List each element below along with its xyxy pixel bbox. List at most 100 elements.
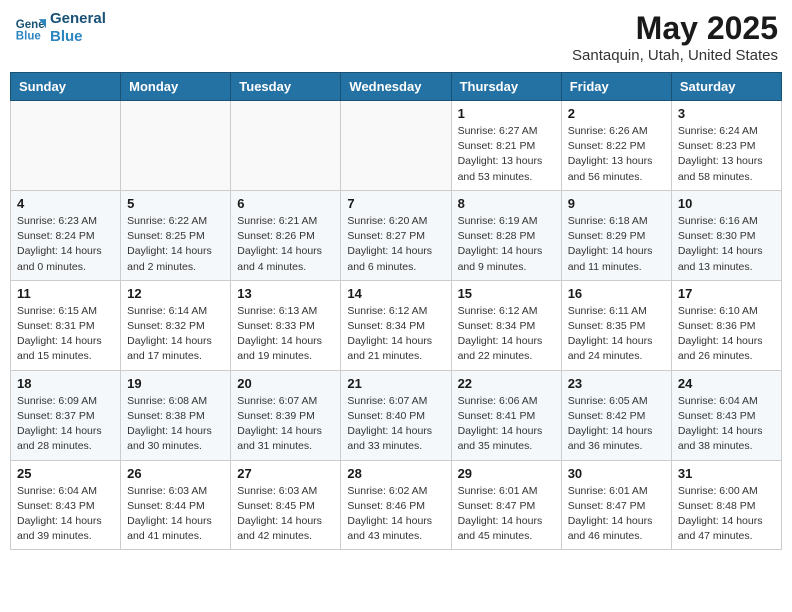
calendar-week-row: 1 Sunrise: 6:27 AMSunset: 8:21 PMDaylight… [11,101,782,191]
day-number: 22 [458,376,555,391]
calendar-cell: 22 Sunrise: 6:06 AMSunset: 8:41 PMDayligh… [451,370,561,460]
page-title: May 2025 [572,10,778,47]
day-info: Sunrise: 6:04 AMSunset: 8:43 PMDaylight:… [17,484,114,545]
weekday-header-saturday: Saturday [671,73,781,101]
logo: General Blue General Blue [14,10,106,46]
day-info: Sunrise: 6:26 AMSunset: 8:22 PMDaylight:… [568,124,665,185]
day-info: Sunrise: 6:03 AMSunset: 8:45 PMDaylight:… [237,484,334,545]
day-info: Sunrise: 6:05 AMSunset: 8:42 PMDaylight:… [568,394,665,455]
day-number: 21 [347,376,444,391]
day-number: 8 [458,196,555,211]
weekday-header-sunday: Sunday [11,73,121,101]
calendar-cell: 4 Sunrise: 6:23 AMSunset: 8:24 PMDaylight… [11,190,121,280]
day-info: Sunrise: 6:12 AMSunset: 8:34 PMDaylight:… [347,304,444,365]
calendar-cell: 26 Sunrise: 6:03 AMSunset: 8:44 PMDayligh… [121,460,231,550]
calendar-cell: 24Sunrise: 6:04 AMSunset: 8:43 PMDayligh… [671,370,781,460]
svg-text:Blue: Blue [16,31,42,43]
page-header: General Blue General Blue May 2025 Santa… [10,10,782,64]
day-number: 19 [127,376,224,391]
calendar-cell: 10 Sunrise: 6:16 AMSunset: 8:30 PMDayligh… [671,190,781,280]
calendar-cell: 7 Sunrise: 6:20 AMSunset: 8:27 PMDaylight… [341,190,451,280]
day-number: 31 [678,466,775,481]
day-number: 20 [237,376,334,391]
calendar-cell: 12Sunrise: 6:14 AMSunset: 8:32 PMDayligh… [121,280,231,370]
title-block: May 2025 Santaquin, Utah, United States [572,10,778,64]
day-info: Sunrise: 6:27 AMSunset: 8:21 PMDaylight:… [458,124,555,185]
calendar-cell: 18 Sunrise: 6:09 AMSunset: 8:37 PMDayligh… [11,370,121,460]
day-number: 4 [17,196,114,211]
calendar-cell [341,101,451,191]
calendar-week-row: 18 Sunrise: 6:09 AMSunset: 8:37 PMDayligh… [11,370,782,460]
day-info: Sunrise: 6:01 AMSunset: 8:47 PMDaylight:… [458,484,555,545]
day-number: 17 [678,286,775,301]
calendar-cell [11,101,121,191]
day-number: 9 [568,196,665,211]
logo-text-line2: Blue [50,28,106,46]
calendar-week-row: 25 Sunrise: 6:04 AMSunset: 8:43 PMDayligh… [11,460,782,550]
calendar-cell: 3Sunrise: 6:24 AMSunset: 8:23 PMDaylight… [671,101,781,191]
day-info: Sunrise: 6:21 AMSunset: 8:26 PMDaylight:… [237,214,334,275]
day-number: 26 [127,466,224,481]
calendar-cell: 31 Sunrise: 6:00 AMSunset: 8:48 PMDayligh… [671,460,781,550]
logo-text-line1: General [50,10,106,28]
calendar-cell: 19 Sunrise: 6:08 AMSunset: 8:38 PMDayligh… [121,370,231,460]
day-info: Sunrise: 6:07 AMSunset: 8:39 PMDaylight:… [237,394,334,455]
logo-icon: General Blue [14,12,46,44]
day-number: 12 [127,286,224,301]
day-number: 25 [17,466,114,481]
day-info: Sunrise: 6:01 AMSunset: 8:47 PMDaylight:… [568,484,665,545]
calendar-cell: 17 Sunrise: 6:10 AMSunset: 8:36 PMDayligh… [671,280,781,370]
weekday-header-friday: Friday [561,73,671,101]
calendar-cell: 28Sunrise: 6:02 AMSunset: 8:46 PMDayligh… [341,460,451,550]
calendar-cell: 8Sunrise: 6:19 AMSunset: 8:28 PMDaylight… [451,190,561,280]
weekday-header-wednesday: Wednesday [341,73,451,101]
day-number: 18 [17,376,114,391]
day-info: Sunrise: 6:16 AMSunset: 8:30 PMDaylight:… [678,214,775,275]
day-info: Sunrise: 6:15 AMSunset: 8:31 PMDaylight:… [17,304,114,365]
day-number: 14 [347,286,444,301]
day-number: 13 [237,286,334,301]
day-info: Sunrise: 6:12 AMSunset: 8:34 PMDaylight:… [458,304,555,365]
page-subtitle: Santaquin, Utah, United States [572,47,778,64]
day-info: Sunrise: 6:09 AMSunset: 8:37 PMDaylight:… [17,394,114,455]
day-info: Sunrise: 6:03 AMSunset: 8:44 PMDaylight:… [127,484,224,545]
day-number: 23 [568,376,665,391]
calendar-header-row: SundayMondayTuesdayWednesdayThursdayFrid… [11,73,782,101]
day-info: Sunrise: 6:10 AMSunset: 8:36 PMDaylight:… [678,304,775,365]
day-number: 15 [458,286,555,301]
calendar-cell: 27Sunrise: 6:03 AMSunset: 8:45 PMDayligh… [231,460,341,550]
calendar-table: SundayMondayTuesdayWednesdayThursdayFrid… [10,72,782,550]
calendar-cell: 5Sunrise: 6:22 AMSunset: 8:25 PMDaylight… [121,190,231,280]
calendar-week-row: 11 Sunrise: 6:15 AMSunset: 8:31 PMDayligh… [11,280,782,370]
calendar-cell: 29Sunrise: 6:01 AMSunset: 8:47 PMDayligh… [451,460,561,550]
calendar-cell: 9 Sunrise: 6:18 AMSunset: 8:29 PMDaylight… [561,190,671,280]
calendar-cell: 14 Sunrise: 6:12 AMSunset: 8:34 PMDayligh… [341,280,451,370]
day-number: 7 [347,196,444,211]
day-number: 30 [568,466,665,481]
day-number: 24 [678,376,775,391]
calendar-cell: 6 Sunrise: 6:21 AMSunset: 8:26 PMDaylight… [231,190,341,280]
day-number: 11 [17,286,114,301]
calendar-cell: 16 Sunrise: 6:11 AMSunset: 8:35 PMDayligh… [561,280,671,370]
day-info: Sunrise: 6:18 AMSunset: 8:29 PMDaylight:… [568,214,665,275]
day-info: Sunrise: 6:07 AMSunset: 8:40 PMDaylight:… [347,394,444,455]
day-number: 28 [347,466,444,481]
weekday-header-monday: Monday [121,73,231,101]
day-info: Sunrise: 6:23 AMSunset: 8:24 PMDaylight:… [17,214,114,275]
calendar-cell: 2Sunrise: 6:26 AMSunset: 8:22 PMDaylight… [561,101,671,191]
calendar-cell: 15 Sunrise: 6:12 AMSunset: 8:34 PMDayligh… [451,280,561,370]
day-info: Sunrise: 6:20 AMSunset: 8:27 PMDaylight:… [347,214,444,275]
day-info: Sunrise: 6:00 AMSunset: 8:48 PMDaylight:… [678,484,775,545]
day-info: Sunrise: 6:06 AMSunset: 8:41 PMDaylight:… [458,394,555,455]
day-number: 16 [568,286,665,301]
day-number: 6 [237,196,334,211]
day-number: 5 [127,196,224,211]
day-info: Sunrise: 6:13 AMSunset: 8:33 PMDaylight:… [237,304,334,365]
day-info: Sunrise: 6:11 AMSunset: 8:35 PMDaylight:… [568,304,665,365]
day-info: Sunrise: 6:24 AMSunset: 8:23 PMDaylight:… [678,124,775,185]
calendar-cell: 21 Sunrise: 6:07 AMSunset: 8:40 PMDayligh… [341,370,451,460]
calendar-cell: 13 Sunrise: 6:13 AMSunset: 8:33 PMDayligh… [231,280,341,370]
day-number: 10 [678,196,775,211]
day-info: Sunrise: 6:08 AMSunset: 8:38 PMDaylight:… [127,394,224,455]
day-number: 1 [458,106,555,121]
